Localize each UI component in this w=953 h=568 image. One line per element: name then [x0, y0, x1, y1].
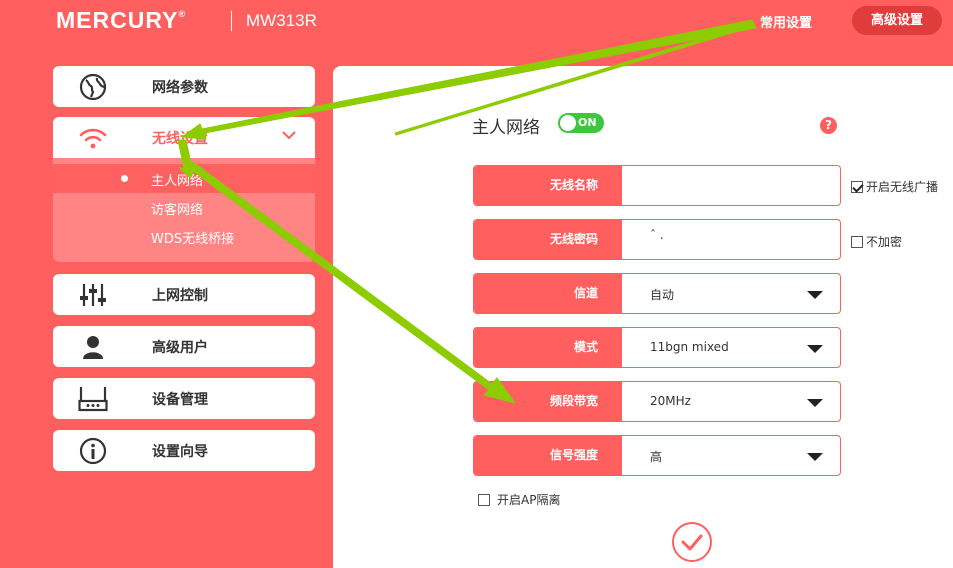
- checkmark-icon: [681, 534, 703, 551]
- selected-dot-icon: [121, 175, 128, 182]
- sidebar-item-internet-control[interactable]: 上网控制: [53, 274, 315, 315]
- save-button[interactable]: [672, 522, 712, 562]
- ssid-label: 无线名称: [474, 166, 622, 205]
- no-encrypt-checkbox[interactable]: [851, 235, 863, 248]
- ap-isolation-option[interactable]: 开启AP隔离: [478, 491, 560, 508]
- sidebar-item-label: 网络参数: [152, 80, 208, 96]
- brand-name: MERCURY: [56, 7, 179, 33]
- wireless-submenu: 主人网络 访客网络 WDS无线桥接: [53, 158, 315, 262]
- signal-power-value: 高: [650, 450, 663, 464]
- nav-common-settings[interactable]: 常用设置: [760, 12, 812, 31]
- sliders-icon: [78, 280, 108, 310]
- channel-label: 信道: [474, 274, 622, 313]
- user-icon: [78, 332, 108, 362]
- dropdown-caret-icon: [807, 291, 823, 299]
- broadcast-option[interactable]: 开启无线广播: [851, 178, 938, 195]
- sidebar-item-setup-wizard[interactable]: 设置向导: [53, 430, 315, 471]
- channel-value: 自动: [650, 288, 675, 302]
- nav-advanced-settings-button[interactable]: 高级设置: [852, 6, 942, 35]
- bandwidth-label: 频段带宽: [474, 382, 622, 421]
- sidebar-item-device-management[interactable]: 设备管理: [53, 378, 315, 419]
- sub-item-label: 主人网络: [151, 174, 204, 189]
- no-encrypt-option[interactable]: 不加密: [851, 233, 902, 250]
- ap-isolation-checkbox[interactable]: [478, 493, 490, 506]
- main-panel: [333, 66, 953, 568]
- password-field: 无线密码 ˆ .: [473, 219, 841, 260]
- sub-item-label: 访客网络: [151, 203, 204, 218]
- ap-isolation-label: 开启AP隔离: [497, 493, 561, 507]
- sub-item-guest-network[interactable]: 访客网络: [53, 193, 315, 222]
- password-label: 无线密码: [474, 220, 622, 259]
- dropdown-caret-icon: [807, 345, 823, 353]
- ssid-field: 无线名称: [473, 165, 841, 206]
- bandwidth-select[interactable]: 频段带宽 20MHz: [473, 381, 841, 422]
- wifi-icon: [78, 123, 108, 153]
- channel-select[interactable]: 信道 自动: [473, 273, 841, 314]
- model-name: MW313R: [246, 11, 317, 30]
- broadcast-label: 开启无线广播: [866, 180, 939, 194]
- sidebar-item-label: 高级用户: [152, 340, 208, 356]
- mode-label: 模式: [474, 328, 622, 367]
- help-icon[interactable]: ?: [820, 117, 837, 134]
- mode-select[interactable]: 模式 11bgn mixed: [473, 327, 841, 368]
- bandwidth-value: 20MHz: [650, 394, 691, 408]
- globe-icon: [78, 72, 108, 102]
- mode-value: 11bgn mixed: [650, 340, 729, 354]
- sidebar-item-network[interactable]: 网络参数: [53, 66, 315, 107]
- sidebar-item-wireless[interactable]: 无线设置: [53, 117, 315, 158]
- sidebar-item-label: 无线设置: [152, 131, 208, 147]
- brand-registered-mark: ®: [178, 9, 187, 19]
- signal-power-select[interactable]: 信号强度 高: [473, 435, 841, 476]
- ssid-input[interactable]: [624, 166, 839, 205]
- sidebar-item-label: 设置向导: [152, 444, 208, 460]
- dropdown-caret-icon: [807, 453, 823, 461]
- chevron-down-icon[interactable]: [281, 127, 297, 147]
- sidebar-item-advanced-user[interactable]: 高级用户: [53, 326, 315, 367]
- info-icon: [78, 436, 108, 466]
- toggle-knob: [560, 115, 576, 131]
- dropdown-caret-icon: [807, 399, 823, 407]
- header-divider: [231, 11, 232, 31]
- toggle-label: ON: [578, 116, 597, 129]
- page-title: 主人网络: [472, 118, 540, 138]
- host-network-toggle[interactable]: ON: [558, 113, 604, 133]
- brand-logo: MERCURY®: [56, 7, 186, 34]
- signal-power-label: 信号强度: [474, 436, 622, 475]
- sub-item-label: WDS无线桥接: [151, 232, 235, 247]
- sidebar-item-label: 上网控制: [152, 288, 208, 304]
- sub-item-wds-bridge[interactable]: WDS无线桥接: [53, 222, 315, 251]
- sidebar-item-label: 设备管理: [152, 392, 208, 408]
- sub-item-host-network[interactable]: 主人网络: [53, 164, 315, 193]
- no-encrypt-label: 不加密: [866, 235, 903, 249]
- password-input[interactable]: ˆ .: [650, 228, 664, 242]
- router-icon: [78, 384, 108, 414]
- broadcast-checkbox[interactable]: [851, 180, 863, 193]
